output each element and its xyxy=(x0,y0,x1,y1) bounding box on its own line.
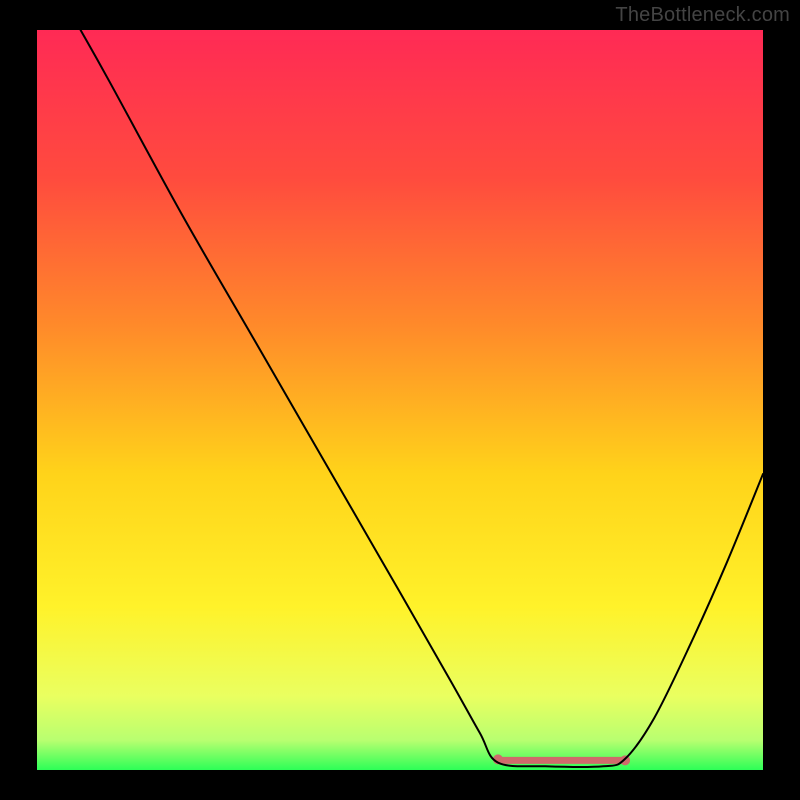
band-end-cap xyxy=(620,755,630,765)
chart-frame: TheBottleneck.com xyxy=(0,0,800,800)
gradient-background xyxy=(37,30,763,770)
chart-svg xyxy=(37,30,763,770)
watermark-text: TheBottleneck.com xyxy=(615,4,790,27)
plot-area xyxy=(37,30,763,770)
